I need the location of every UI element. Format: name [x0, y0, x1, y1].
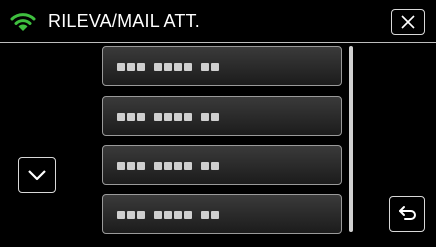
header-divider: [0, 42, 436, 43]
masked-address: [117, 62, 221, 72]
header-bar: RILEVA/MAIL ATT.: [0, 0, 436, 42]
wifi-icon: [10, 13, 36, 31]
page-title: RILEVA/MAIL ATT.: [48, 11, 200, 31]
list-item[interactable]: [102, 194, 342, 234]
back-button[interactable]: [389, 196, 425, 232]
close-icon: [401, 15, 415, 29]
scrollbar[interactable]: [349, 46, 353, 232]
return-arrow-icon: [399, 206, 416, 220]
list-item[interactable]: [102, 96, 342, 136]
list-item[interactable]: [102, 46, 342, 86]
masked-address: [117, 210, 221, 220]
masked-address: [117, 161, 221, 171]
chevron-down-icon: [28, 170, 46, 181]
close-button[interactable]: [391, 9, 425, 35]
scroll-down-button[interactable]: [18, 157, 56, 193]
list-item[interactable]: [102, 145, 342, 185]
masked-address: [117, 112, 221, 122]
